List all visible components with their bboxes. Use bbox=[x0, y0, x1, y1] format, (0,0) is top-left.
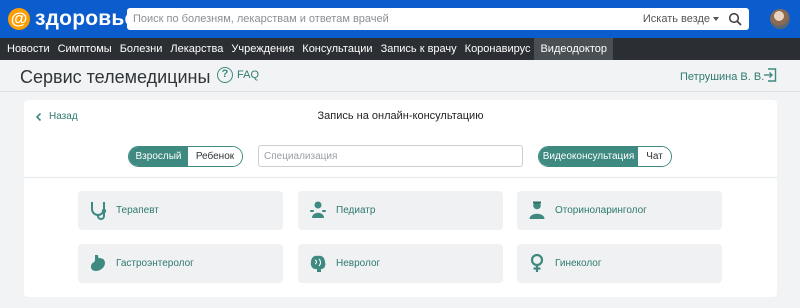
faq-label: FAQ bbox=[237, 69, 260, 81]
mode-option-video[interactable]: Видеоконсультация bbox=[539, 147, 638, 166]
stethoscope-icon bbox=[91, 202, 107, 220]
specialist-label: Гинеколог bbox=[555, 258, 602, 269]
card-divider bbox=[24, 177, 777, 178]
nav-item-2[interactable]: Болезни bbox=[116, 38, 167, 60]
nav-item-8[interactable]: Видеодоктор bbox=[534, 38, 613, 60]
chevron-down-icon bbox=[713, 17, 719, 21]
divider bbox=[0, 91, 800, 92]
nav-item-7[interactable]: Коронавирус bbox=[461, 38, 535, 60]
specialist-label: Невролог bbox=[336, 258, 381, 269]
card-title: Запись на онлайн-консультацию bbox=[317, 110, 484, 122]
age-option-child[interactable]: Ребенок bbox=[188, 147, 242, 166]
specialist-tile[interactable]: Терапевт bbox=[78, 191, 283, 230]
specialist-label: Оториноларинголог bbox=[555, 205, 647, 216]
logo[interactable]: @ здоровье bbox=[8, 6, 136, 32]
age-toggle: Взрослый Ребенок bbox=[128, 146, 243, 167]
nav-item-5[interactable]: Консультации bbox=[298, 38, 376, 60]
specialist-tile[interactable]: Педиатр bbox=[298, 191, 503, 230]
top-bar: @ здоровье Искать везде bbox=[0, 0, 800, 38]
nav-item-6[interactable]: Запись к врачу bbox=[377, 38, 461, 60]
user-name-link[interactable]: Петрушина В. В. bbox=[680, 71, 764, 83]
female-icon bbox=[530, 253, 544, 272]
mode-toggle: Видеоконсультация Чат bbox=[538, 146, 672, 167]
booking-card: Назад Запись на онлайн-консультацию Взро… bbox=[24, 100, 777, 297]
stomach-icon bbox=[91, 255, 105, 271]
logout-icon[interactable] bbox=[763, 68, 777, 82]
brain-icon bbox=[310, 255, 326, 272]
nav-item-1[interactable]: Симптомы bbox=[54, 38, 116, 60]
search-icon[interactable] bbox=[728, 12, 742, 26]
specialist-tile[interactable]: Оториноларинголог bbox=[517, 191, 722, 230]
logo-mark: @ bbox=[8, 8, 30, 30]
page-title: Сервис телемедицины bbox=[20, 67, 211, 87]
specialist-tile[interactable]: Гастроэнтеролог bbox=[78, 244, 283, 283]
search-input[interactable] bbox=[133, 8, 613, 30]
specialist-tile[interactable]: Гинеколог bbox=[517, 244, 722, 283]
search-box: Искать везде bbox=[127, 8, 749, 30]
doctor-icon bbox=[529, 201, 545, 219]
age-option-adult[interactable]: Взрослый bbox=[129, 147, 188, 166]
nav-item-0[interactable]: Новости bbox=[0, 38, 54, 60]
specialist-label: Педиатр bbox=[336, 205, 376, 216]
search-scope-label: Искать везде bbox=[642, 13, 710, 25]
main-nav: Новости Симптомы Болезни Лекарства Учреждени… bbox=[0, 38, 800, 60]
mode-option-chat[interactable]: Чат bbox=[638, 147, 671, 166]
specialist-tile[interactable]: Невролог bbox=[298, 244, 503, 283]
nav-item-4[interactable]: Учреждения bbox=[227, 38, 298, 60]
specialist-label: Терапевт bbox=[116, 205, 159, 216]
logo-text: здоровье bbox=[35, 7, 137, 30]
baby-icon bbox=[310, 201, 326, 218]
faq-link[interactable]: ? FAQ bbox=[217, 67, 259, 83]
search-scope-dropdown[interactable]: Искать везде bbox=[643, 13, 719, 25]
avatar[interactable] bbox=[770, 9, 790, 29]
specialist-label: Гастроэнтеролог bbox=[116, 258, 194, 269]
specialization-input[interactable] bbox=[258, 145, 523, 167]
nav-item-3[interactable]: Лекарства bbox=[166, 38, 227, 60]
help-icon: ? bbox=[217, 67, 233, 83]
